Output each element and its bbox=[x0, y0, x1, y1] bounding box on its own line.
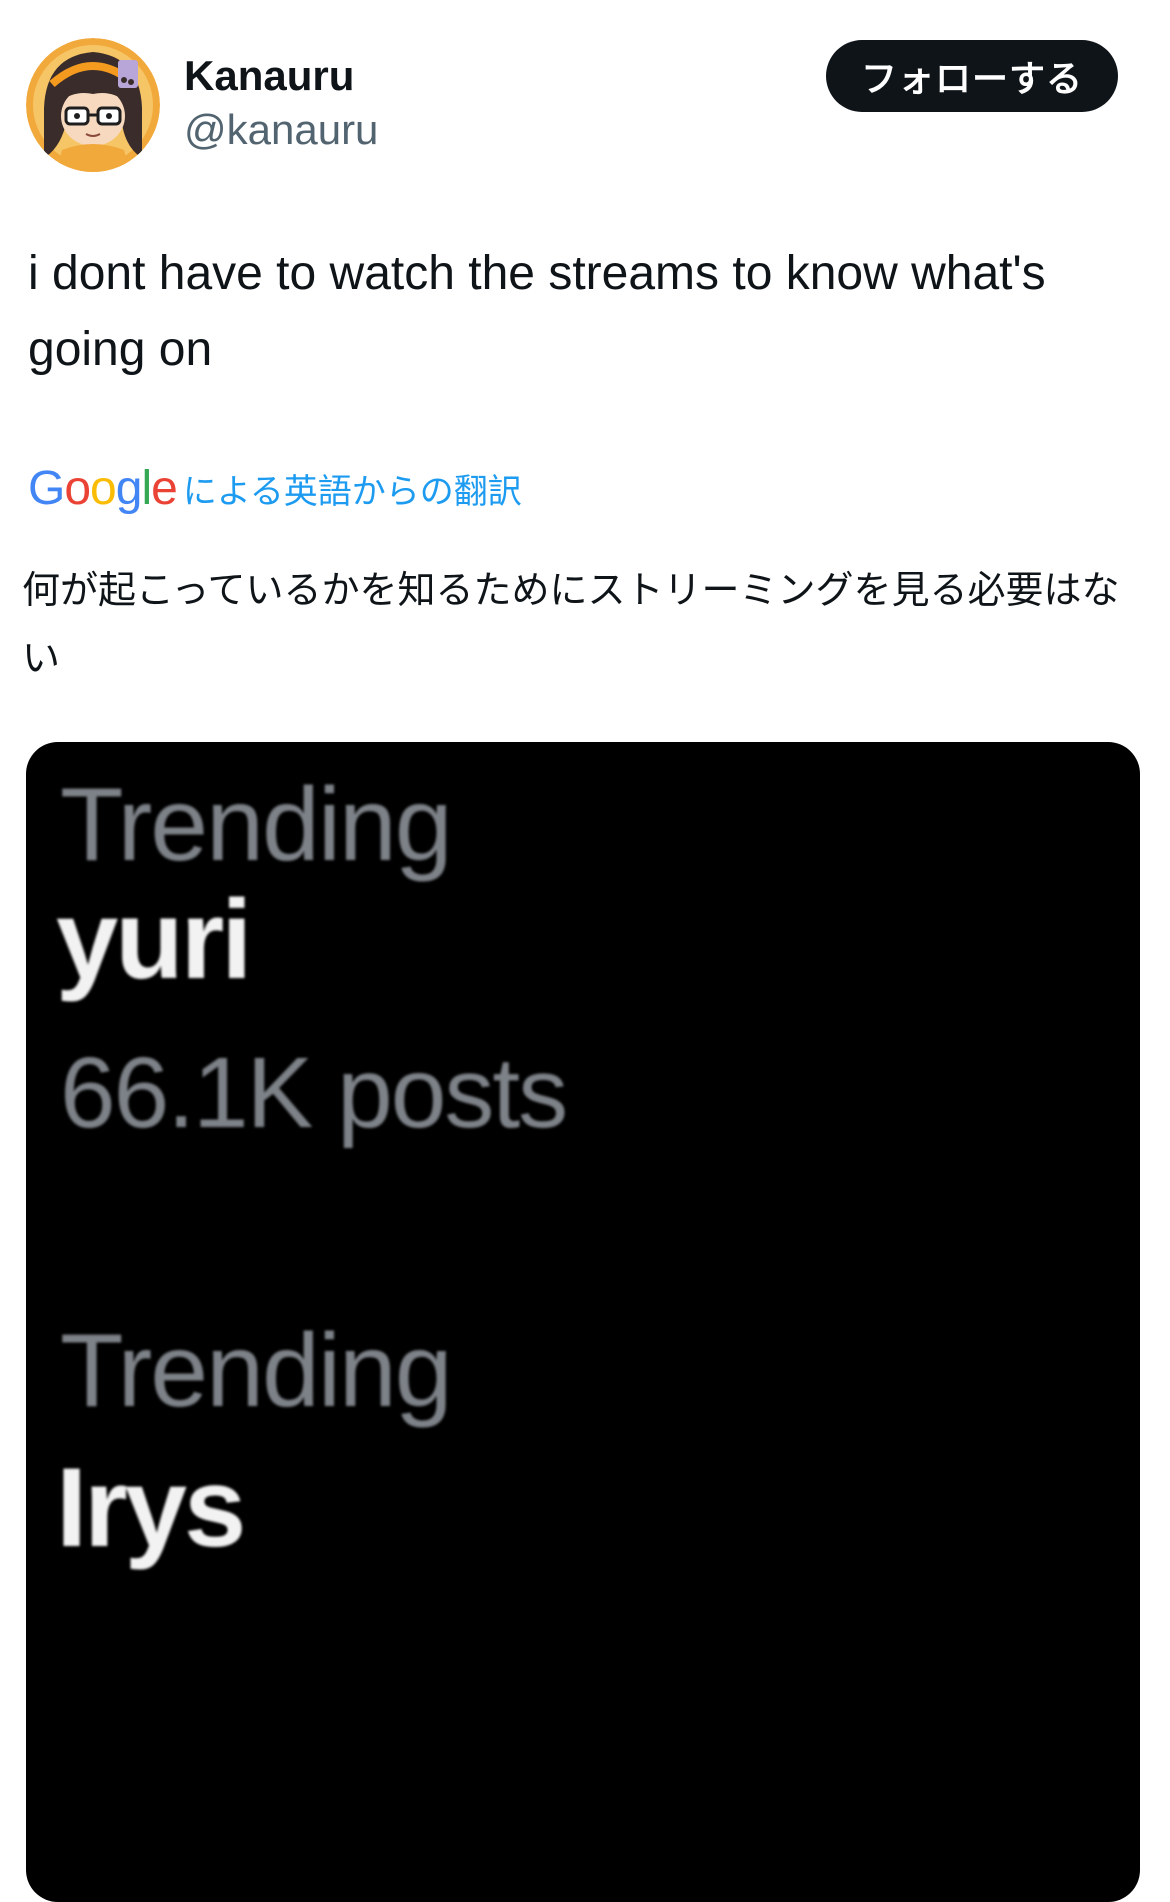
translation-label[interactable]: による英語からの翻訳 bbox=[183, 464, 522, 513]
user-handle[interactable]: @kanauru bbox=[184, 106, 378, 154]
trend-label: Trending bbox=[60, 1313, 453, 1429]
translated-text: 何が起こっているかを知るためにストリーミングを見る必要はない bbox=[22, 568, 1120, 680]
follow-button[interactable]: フォローする bbox=[826, 40, 1118, 112]
trend-label: Trending bbox=[60, 767, 453, 883]
tweet-media-image[interactable]: Trending yuri 66.1K posts Trending Irys bbox=[26, 742, 1140, 1902]
tweet-text: i dont have to watch the streams to know… bbox=[28, 247, 1046, 376]
avatar[interactable] bbox=[26, 38, 160, 172]
translation-attribution[interactable]: Google による英語からの翻訳 bbox=[28, 458, 522, 518]
avatar-image bbox=[26, 38, 160, 172]
trend-post-count: 66.1K posts bbox=[60, 1037, 568, 1149]
trend-term: yuri bbox=[56, 877, 252, 1002]
display-name[interactable]: Kanauru bbox=[184, 52, 354, 100]
google-logo: Google bbox=[28, 461, 178, 515]
trend-term: Irys bbox=[56, 1445, 246, 1570]
